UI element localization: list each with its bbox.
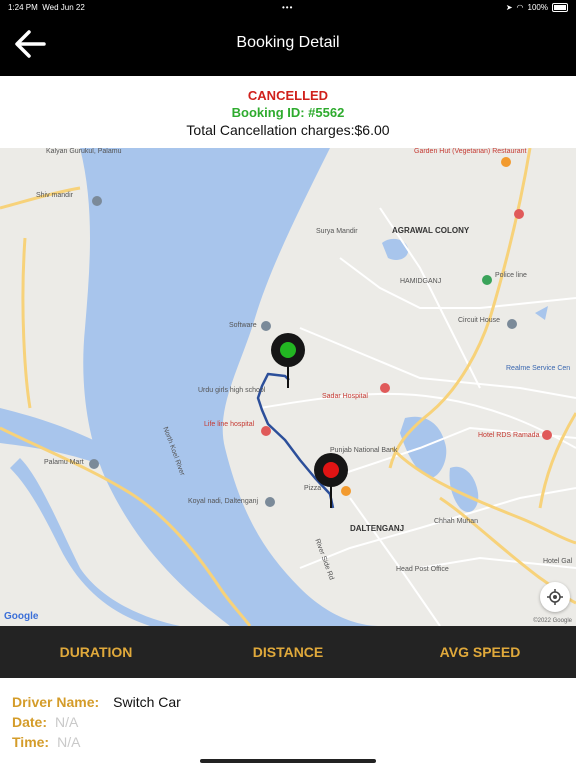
map-label-hamidganj: HAMIDGANJ — [400, 278, 442, 285]
date-row: Date: N/A — [12, 714, 181, 734]
map-label-chhah: Chhah Muhan — [434, 518, 478, 525]
my-location-button[interactable] — [540, 582, 570, 612]
status-time: 1:24 PM Wed Jun 22 — [8, 3, 85, 12]
map-label-headpost: Head Post Office — [396, 566, 449, 573]
cancellation-charges: Total Cancellation charges:$6.00 — [186, 122, 390, 138]
time-row: Time: N/A — [12, 734, 181, 754]
map-label-kalyan: Kalyan Gurukul, Palamu — [46, 148, 122, 155]
map-label-garden: Garden Hut (Vegetarian) Restaurant — [414, 148, 527, 155]
google-logo: Google — [4, 611, 39, 622]
map-label-koyal: Koyal nadi, Daltenganj — [188, 498, 259, 505]
trip-stats-bar: DURATION DISTANCE AVG SPEED — [0, 626, 576, 678]
booking-summary: CANCELLED Booking ID: #5562 Total Cancel… — [0, 88, 576, 138]
map-label-shiv: Shiv mandir — [36, 192, 73, 199]
map-label-lifeline: Life line hospital — [204, 421, 255, 428]
status-right: ➤ ◠ 100% — [506, 3, 568, 12]
route-map[interactable]: Kalyan Gurukul, Palamu Shiv mandir Surya… — [0, 148, 576, 626]
map-copyright: ©2022 Google — [533, 618, 572, 624]
time-label: Time: — [12, 734, 50, 750]
driver-name-value: Switch Car — [113, 694, 181, 710]
stat-duration: DURATION — [59, 644, 133, 660]
map-label-software: Software — [229, 322, 257, 329]
wifi-icon: ◠ — [516, 3, 524, 12]
map-label-daltenganj: DALTENGANJ — [350, 524, 405, 533]
home-indicator — [200, 759, 376, 763]
start-marker-icon — [271, 333, 305, 388]
stat-avg-speed: AVG SPEED — [439, 644, 521, 660]
status-dots: ••• — [282, 3, 294, 12]
map-label-urdu: Urdu girls high school — [198, 387, 266, 394]
location-icon: ➤ — [505, 3, 513, 12]
stat-distance: DISTANCE — [252, 644, 324, 660]
map-label-police: Police line — [495, 272, 527, 279]
map-label-circuit: Circuit House — [458, 317, 501, 324]
battery-percent: 100% — [527, 3, 548, 12]
page-title: Booking Detail — [236, 34, 340, 51]
time-value: N/A — [57, 734, 81, 750]
map-label-surya: Surya Mandir — [316, 228, 358, 235]
map-label-realme: Realme Service Cen — [506, 365, 571, 372]
status-cancelled: CANCELLED — [247, 88, 329, 103]
booking-details: Driver Name: Switch Car Date: N/A Time: … — [12, 694, 181, 754]
booking-id: Booking ID: #5562 — [231, 105, 345, 120]
battery-icon — [552, 3, 568, 12]
map-label-palamu: Palamu Mart — [44, 459, 84, 466]
driver-row: Driver Name: Switch Car — [12, 694, 181, 714]
crosshair-icon — [547, 589, 563, 605]
map-label-hotelga: Hotel Gal — [543, 558, 573, 565]
date-label: Date: — [12, 714, 48, 730]
date-value: N/A — [55, 714, 79, 730]
map-label-agrawal: AGRAWAL COLONY — [392, 226, 470, 235]
map-label-rds: Hotel RDS Ramada — [478, 432, 540, 439]
map-label-sadar: Sadar Hospital — [322, 393, 368, 400]
driver-name-label: Driver Name: — [12, 694, 100, 710]
top-bar: 1:24 PM Wed Jun 22 ••• ➤ ◠ 100% Booking … — [0, 0, 576, 76]
end-marker-icon — [314, 453, 348, 508]
